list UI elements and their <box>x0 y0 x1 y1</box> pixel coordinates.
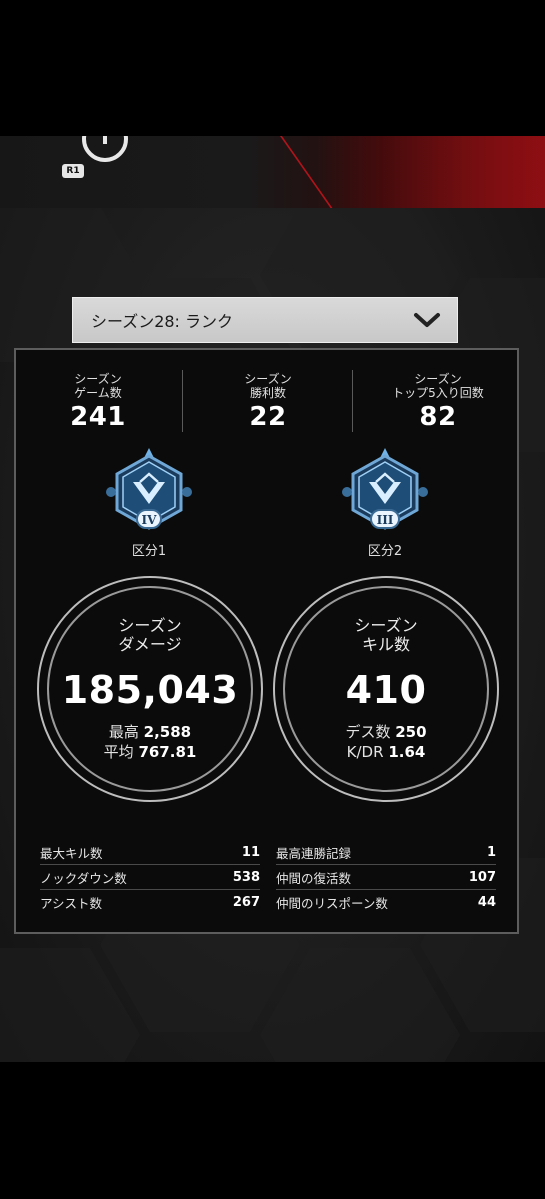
damage-avg-label: 平均 <box>103 743 134 761</box>
rank-emblem-icon: III <box>342 448 428 530</box>
stat-games-label-1: シーズン <box>74 372 122 386</box>
damage-avg: 平均 767.81 <box>62 742 239 762</box>
top-header: R1 <box>0 136 545 208</box>
rank-division-label: 区分2 <box>367 544 403 559</box>
detail-value: 107 <box>468 869 496 885</box>
detail-value: 267 <box>232 895 260 910</box>
kills-deaths-value: 250 <box>395 723 427 741</box>
damage-avg-value: 767.81 <box>138 743 197 761</box>
kills-ring: シーズン キル数 410 デス数 250 K/DR 1.64 <box>273 576 499 802</box>
damage-total: 185,043 <box>61 668 239 712</box>
stat-top5: シーズン トップ5入り回数 82 <box>363 372 513 432</box>
rank-division-label: 区分1 <box>131 544 167 559</box>
rank-emblem-icon: IV <box>106 448 192 530</box>
list-item: 最大キル数 11 <box>40 840 260 865</box>
kills-deaths-label: デス数 <box>345 723 391 741</box>
hex-tile <box>260 948 460 1062</box>
dial-icon[interactable] <box>82 136 128 162</box>
stat-wins-value: 22 <box>249 402 287 432</box>
damage-ring: シーズン ダメージ 185,043 最高 2,588 平均 767.81 <box>37 576 263 802</box>
detail-label: ノックダウン数 <box>40 870 127 886</box>
detail-list-right: 最高連勝記録 1 仲間の復活数 107 仲間のリスポーン数 44 <box>276 840 496 915</box>
damage-title-1: シーズン <box>118 616 182 635</box>
season-stats-card: シーズン ゲーム数 241 シーズン 勝利数 22 シーズン トップ5入り回数 … <box>14 348 519 934</box>
kills-kdr-value: 1.64 <box>388 743 426 761</box>
list-item: ノックダウン数 538 <box>40 865 260 890</box>
stat-games: シーズン ゲーム数 241 <box>23 372 173 432</box>
stat-games-value: 241 <box>70 402 126 432</box>
rank-emblem-split2[interactable]: III 区分2 <box>335 446 435 559</box>
list-item: 仲間の復活数 107 <box>276 865 496 890</box>
rank-numeral: IV <box>142 513 158 527</box>
screen: R1 シーズン28: ランク シーズン ゲーム数 241 シーズン 勝利数 22 <box>0 0 545 1199</box>
stat-wins-label-2: 勝利数 <box>249 386 286 400</box>
stat-games-label-2: ゲーム数 <box>74 386 122 400</box>
detail-label: 仲間のリスポーン数 <box>276 896 388 911</box>
detail-value: 1 <box>486 844 496 860</box>
detail-value: 538 <box>232 869 260 885</box>
damage-best-label: 最高 <box>108 723 139 741</box>
kills-title-2: キル数 <box>361 635 410 654</box>
divider <box>352 370 353 432</box>
kills-kdr: K/DR 1.64 <box>345 742 426 762</box>
bottom-letterbox <box>0 1062 545 1199</box>
detail-label: 最大キル数 <box>40 845 103 861</box>
kills-kdr-label: K/DR <box>346 743 384 761</box>
detail-value: 44 <box>477 895 496 910</box>
rank-numeral: III <box>377 513 394 527</box>
chevron-down-icon <box>414 313 440 327</box>
rank-emblem-split1[interactable]: IV 区分1 <box>99 446 199 559</box>
divider <box>182 370 183 432</box>
list-item: 最高連勝記録 1 <box>276 840 496 865</box>
damage-best: 最高 2,588 <box>62 722 239 742</box>
r1-button-badge[interactable]: R1 <box>62 164 84 178</box>
stat-wins: シーズン 勝利数 22 <box>193 372 343 432</box>
detail-value: 11 <box>241 844 260 860</box>
stat-wins-label-1: シーズン <box>244 372 292 386</box>
detail-label: アシスト数 <box>40 896 103 911</box>
detail-list-left: 最大キル数 11 ノックダウン数 538 アシスト数 267 <box>40 840 260 915</box>
kills-deaths: デス数 250 <box>345 722 426 742</box>
list-item: アシスト数 267 <box>40 890 260 915</box>
season-dropdown-label: シーズン28: ランク <box>91 312 234 331</box>
stat-top5-label-2: トップ5入り回数 <box>392 386 484 400</box>
season-dropdown[interactable]: シーズン28: ランク <box>72 297 458 343</box>
detail-label: 仲間の復活数 <box>276 870 352 886</box>
damage-title-2: ダメージ <box>118 635 182 654</box>
kills-title-1: シーズン <box>354 616 418 635</box>
detail-label: 最高連勝記録 <box>276 845 352 861</box>
stat-top5-value: 82 <box>419 402 457 432</box>
damage-best-value: 2,588 <box>143 723 192 741</box>
stat-top5-label-1: シーズン <box>414 372 462 386</box>
kills-total: 410 <box>345 668 427 712</box>
list-item: 仲間のリスポーン数 44 <box>276 890 496 915</box>
